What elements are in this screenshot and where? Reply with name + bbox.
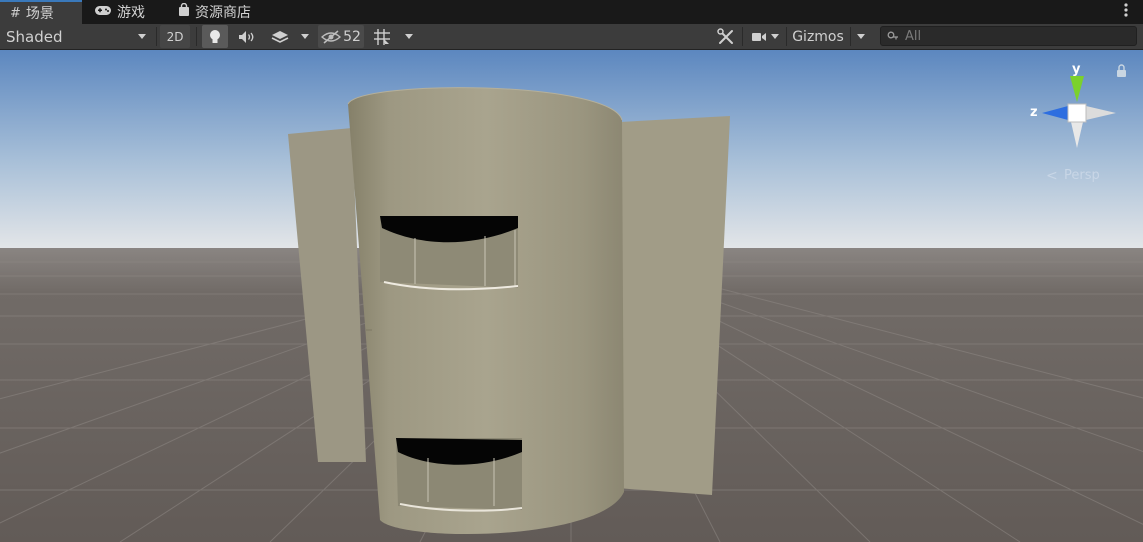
light-bulb-icon [210,29,220,43]
tab-scene[interactable]: # 场景 [0,0,82,24]
chevron-down-icon [857,34,865,39]
tools-button[interactable] [712,25,740,48]
effects-toggle-button[interactable] [266,25,294,48]
gamepad-icon [94,5,112,20]
y-axis-label: y [1072,62,1081,77]
tab-scene-label: 场景 [25,6,54,22]
shopping-bag-icon [178,2,190,21]
speaker-icon [239,30,254,43]
lighting-toggle-button[interactable] [202,25,228,48]
search-placeholder: All [905,28,922,44]
2d-toggle-button[interactable]: 2D [160,25,190,48]
layers-icon [271,30,289,43]
chevron-down-icon [138,34,146,39]
gizmos-button[interactable]: Gizmos [788,25,848,48]
gizmos-dropdown[interactable] [852,25,870,48]
tab-asset-store-label: 资源商店 [195,5,251,21]
right-wall-plane [616,116,730,495]
projection-label[interactable]: Persp [1064,168,1100,183]
tab-game-label: 游戏 [117,5,145,21]
divider [196,27,197,46]
audio-toggle-button[interactable] [234,25,260,48]
divider [786,27,787,46]
chevron-down-icon [405,34,413,39]
divider [156,27,157,46]
grid-dropdown[interactable] [400,25,418,48]
chevron-left-icon: < [1046,168,1058,184]
shading-mode-dropdown[interactable]: Shaded [0,25,152,48]
hierarchy-search-field[interactable]: All [880,26,1137,46]
center-cube[interactable] [1067,103,1087,123]
camera-icon [752,32,766,41]
search-icon [887,31,898,40]
z-axis-label: z [1030,105,1038,120]
hidden-objects-toggle[interactable]: 52 [318,25,364,48]
chevron-down-icon [771,34,779,39]
grid-icon: # [10,5,21,21]
more-options-icon[interactable] [1123,2,1129,18]
wrench-icon [717,27,733,44]
hidden-count: 52 [343,28,361,45]
eye-slash-icon [321,29,342,44]
tab-game[interactable]: 游戏 [84,0,164,24]
shading-mode-label: Shaded [6,27,63,46]
lower-window-opening [396,438,523,512]
camera-settings-dropdown[interactable] [746,25,784,48]
divider [742,27,743,46]
effects-dropdown[interactable] [296,25,314,48]
chevron-down-icon [301,34,309,39]
divider [850,27,851,46]
tab-asset-store[interactable]: 资源商店 [168,0,268,24]
grid-snap-icon [374,28,390,45]
tab-bar: # 场景 游戏 资源商店 [0,0,1143,24]
scene-viewport[interactable]: y z < Persp [0,50,1143,542]
grid-snap-button[interactable] [368,25,396,48]
upper-window-opening [380,216,519,291]
